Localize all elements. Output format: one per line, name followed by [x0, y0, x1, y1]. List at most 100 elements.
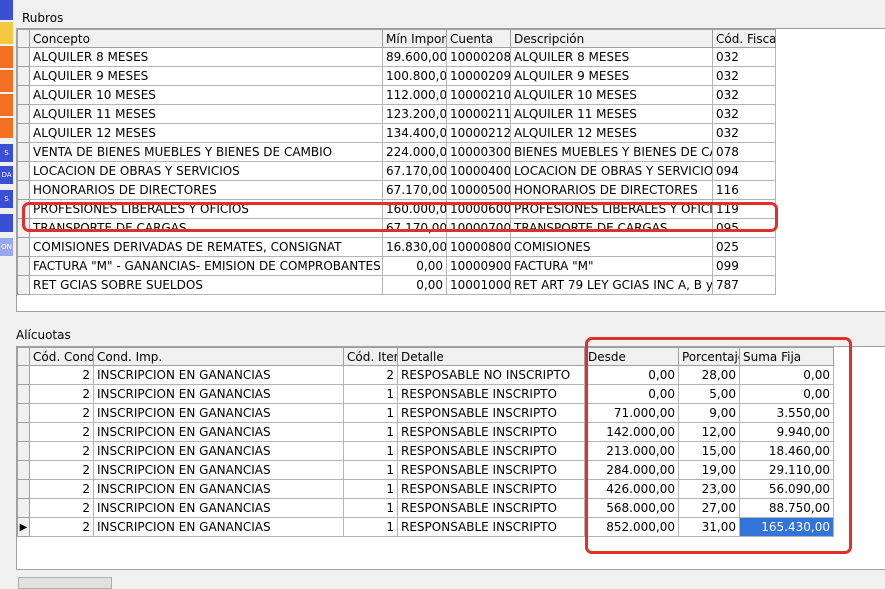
- rubros-table-row[interactable]: COMISIONES DERIVADAS DE REMATES, CONSIGN…: [17, 237, 776, 257]
- alicuotas-table-row[interactable]: 2 INSCRIPCION EN GANANCIAS 1 RESPONSABLE IN…: [17, 403, 834, 423]
- rubros-cell[interactable]: 032: [712, 85, 776, 105]
- row-indicator[interactable]: [17, 403, 30, 423]
- rubros-table-row[interactable]: LOCACION DE OBRAS Y SERVICIOS 67.170,00 10…: [17, 161, 776, 181]
- rubros-col-header[interactable]: Cód. Fiscal: [712, 29, 776, 48]
- alicuotas-cell[interactable]: 5,00: [678, 384, 740, 404]
- row-indicator[interactable]: ▶: [17, 517, 30, 537]
- rubros-table-row[interactable]: TRANSPORTE DE CARGAS 67.170,00 10000700 TRA…: [17, 218, 776, 238]
- rubros-cell[interactable]: 10000212: [446, 123, 511, 143]
- alicuotas-table-row[interactable]: ▶ 2 INSCRIPCION EN GANANCIAS 1 RESPONSABLE I…: [17, 517, 834, 537]
- alicuotas-cell[interactable]: 284.000,00: [584, 460, 679, 480]
- rubros-cell[interactable]: FACTURA "M": [510, 256, 713, 276]
- alicuotas-cell[interactable]: 9.940,00: [739, 422, 834, 442]
- toolbar-tab-blank[interactable]: [0, 214, 13, 232]
- rubros-cell[interactable]: ALQUILER 9 MESES: [29, 66, 383, 86]
- rubros-cell[interactable]: 10001000: [446, 275, 511, 295]
- rubros-cell[interactable]: 123.200,00: [382, 104, 447, 124]
- alicuotas-cell[interactable]: 0,00: [739, 365, 834, 385]
- alicuotas-cell[interactable]: 0,00: [584, 384, 679, 404]
- alicuotas-cell[interactable]: INSCRIPCION EN GANANCIAS: [93, 441, 344, 461]
- alicuotas-cell[interactable]: 852.000,00: [584, 517, 679, 537]
- rubros-cell[interactable]: 224.000,00: [382, 142, 447, 162]
- row-indicator[interactable]: I: [17, 199, 30, 219]
- row-indicator[interactable]: [17, 218, 30, 238]
- rubros-cell[interactable]: 67.170,00: [382, 180, 447, 200]
- rubros-cell[interactable]: TRANSPORTE DE CARGAS: [29, 218, 383, 238]
- alicuotas-cell[interactable]: RESPONSABLE INSCRIPTO: [397, 460, 585, 480]
- rubros-table-row[interactable]: HONORARIOS DE DIRECTORES 67.170,00 1000050…: [17, 180, 776, 200]
- rubros-table-row[interactable]: RET GCIAS SOBRE SUELDOS 0,00 10001000 RET A…: [17, 275, 776, 295]
- rubros-cell[interactable]: FACTURA "M" - GANANCIAS- EMISION DE COMP…: [29, 256, 383, 276]
- rubros-cell[interactable]: BIENES MUEBLES Y BIENES DE CAI: [510, 142, 713, 162]
- alicuotas-cell[interactable]: 3.550,00: [739, 403, 834, 423]
- rubros-cell[interactable]: 025: [712, 237, 776, 257]
- rubros-cell[interactable]: 032: [712, 123, 776, 143]
- alicuotas-cell[interactable]: INSCRIPCION EN GANANCIAS: [93, 403, 344, 423]
- alicuotas-cell[interactable]: 0,00: [584, 365, 679, 385]
- rubros-cell[interactable]: 67.170,00: [382, 161, 447, 181]
- toolbar-tab-on[interactable]: ON: [0, 238, 13, 256]
- alicuotas-cell[interactable]: 1: [343, 517, 398, 537]
- rubros-table-row[interactable]: FACTURA "M" - GANANCIAS- EMISION DE COMP…: [17, 256, 776, 276]
- alicuotas-cell[interactable]: 2: [29, 517, 94, 537]
- rubros-cell[interactable]: 10000208: [446, 47, 511, 67]
- rubros-cell[interactable]: 10000700: [446, 218, 511, 238]
- toolbar-tab-da[interactable]: DA: [0, 166, 13, 184]
- alicuotas-cell[interactable]: RESPONSABLE INSCRIPTO: [397, 479, 585, 499]
- rubros-cell[interactable]: 119: [712, 199, 776, 219]
- rubros-cell[interactable]: 032: [712, 47, 776, 67]
- row-indicator[interactable]: [17, 422, 30, 442]
- alicuotas-cell[interactable]: 31,00: [678, 517, 740, 537]
- rubros-cell[interactable]: 787: [712, 275, 776, 295]
- rubros-cell[interactable]: 10000900: [446, 256, 511, 276]
- row-indicator[interactable]: [17, 104, 30, 124]
- alicuotas-table-row[interactable]: 2 INSCRIPCION EN GANANCIAS 1 RESPONSABLE IN…: [17, 384, 834, 404]
- row-indicator[interactable]: [17, 441, 30, 461]
- rubros-cell[interactable]: HONORARIOS DE DIRECTORES: [29, 180, 383, 200]
- rubros-cell[interactable]: 099: [712, 256, 776, 276]
- row-indicator[interactable]: [17, 275, 30, 295]
- alicuotas-cell[interactable]: INSCRIPCION EN GANANCIAS: [93, 384, 344, 404]
- toolbar-tab-orange-2[interactable]: [0, 70, 13, 92]
- alicuotas-cell[interactable]: 1: [343, 479, 398, 499]
- alicuotas-cell[interactable]: 28,00: [678, 365, 740, 385]
- alicuotas-cell[interactable]: 19,00: [678, 460, 740, 480]
- rubros-col-header[interactable]: Concepto: [29, 29, 383, 48]
- alicuotas-col-header[interactable]: Cód. Item: [343, 347, 398, 366]
- alicuotas-cell[interactable]: 56.090,00: [739, 479, 834, 499]
- rubros-cell[interactable]: ALQUILER 8 MESES: [29, 47, 383, 67]
- rubros-table-row[interactable]: ALQUILER 9 MESES100.800,0010000209ALQUIL…: [17, 66, 776, 86]
- rubros-cell[interactable]: 10000400: [446, 161, 511, 181]
- rubros-col-header[interactable]: Cuenta: [446, 29, 511, 48]
- alicuotas-cell[interactable]: INSCRIPCION EN GANANCIAS: [93, 365, 344, 385]
- row-indicator[interactable]: [17, 123, 30, 143]
- alicuotas-cell[interactable]: 142.000,00: [584, 422, 679, 442]
- alicuotas-cell[interactable]: INSCRIPCION EN GANANCIAS: [93, 479, 344, 499]
- rubros-table-row[interactable]: ALQUILER 8 MESES 89.600,00 10000208 ALQUILE…: [17, 47, 776, 67]
- alicuotas-cell[interactable]: RESPONSABLE INSCRIPTO: [397, 498, 585, 518]
- rubros-cell[interactable]: 16.830,00: [382, 237, 447, 257]
- row-indicator[interactable]: [17, 161, 30, 181]
- rubros-cell[interactable]: 078: [712, 142, 776, 162]
- rubros-cell[interactable]: 89.600,00: [382, 47, 447, 67]
- bottom-button[interactable]: [18, 577, 112, 589]
- alicuotas-col-header[interactable]: Detalle: [397, 347, 585, 366]
- alicuotas-cell[interactable]: 27,00: [678, 498, 740, 518]
- alicuotas-cell[interactable]: 12,00: [678, 422, 740, 442]
- alicuotas-cell[interactable]: 1: [343, 441, 398, 461]
- row-indicator[interactable]: [17, 142, 30, 162]
- alicuotas-cell[interactable]: RESPONSABLE INSCRIPTO: [397, 422, 585, 442]
- rubros-cell[interactable]: TRANSPORTE DE CARGAS: [510, 218, 713, 238]
- rubros-table-row[interactable]: VENTA DE BIENES MUEBLES Y BIENES DE CAMB…: [17, 142, 776, 162]
- alicuotas-cell[interactable]: 1: [343, 422, 398, 442]
- alicuotas-cell[interactable]: 29.110,00: [739, 460, 834, 480]
- toolbar-tab-blue[interactable]: [0, 0, 13, 20]
- row-indicator[interactable]: [17, 384, 30, 404]
- alicuotas-cell[interactable]: 88.750,00: [739, 498, 834, 518]
- rubros-cell[interactable]: COMISIONES DERIVADAS DE REMATES, CONSIGN…: [29, 237, 383, 257]
- alicuotas-col-header[interactable]: Desde: [584, 347, 679, 366]
- rubros-cell[interactable]: 095: [712, 218, 776, 238]
- alicuotas-table-row[interactable]: 2 INSCRIPCION EN GANANCIAS 1 RESPONSABLE IN…: [17, 498, 834, 518]
- alicuotas-cell[interactable]: 9,00: [678, 403, 740, 423]
- alicuotas-cell[interactable]: RESPOSABLE NO INSCRIPTO: [397, 365, 585, 385]
